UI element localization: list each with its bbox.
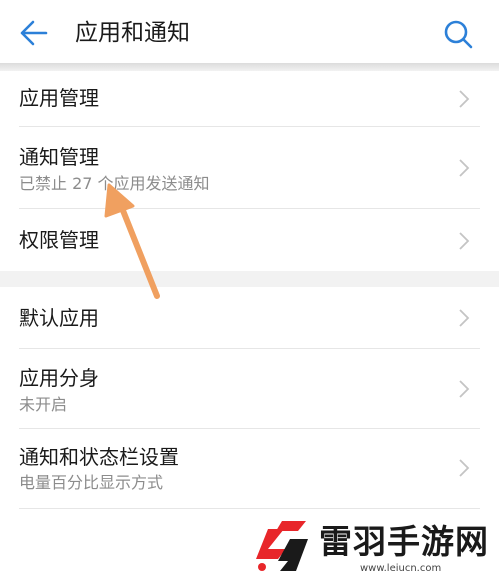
back-button[interactable] (14, 15, 54, 51)
item-title: 默认应用 (19, 306, 99, 330)
leiyu-logo-icon (256, 521, 308, 571)
chevron-right-icon (459, 232, 470, 250)
chevron-right-icon (459, 309, 470, 327)
item-title: 权限管理 (19, 228, 99, 252)
item-subtitle: 已禁止 27 个应用发送通知 (19, 174, 210, 193)
search-icon (444, 20, 473, 49)
watermark-url: www.leiucn.com (360, 563, 442, 574)
list-item-notification-statusbar-settings[interactable]: 通知和状态栏设置 电量百分比显示方式 (0, 429, 499, 509)
list-item-notification-management[interactable]: 通知管理 已禁止 27 个应用发送通知 (0, 127, 499, 209)
chevron-right-icon (459, 90, 470, 108)
watermark-name: 雷羽手游网 (319, 522, 489, 561)
app-bar: 应用和通知 (0, 0, 499, 66)
search-button[interactable] (440, 16, 476, 52)
settings-group-apps: 应用管理 通知管理 已禁止 27 个应用发送通知 权限管理 (0, 71, 499, 271)
list-item-default-apps[interactable]: 默认应用 (0, 287, 499, 349)
chevron-right-icon (459, 159, 470, 177)
arrow-left-icon (20, 20, 48, 46)
item-title: 通知和状态栏设置 (19, 445, 179, 469)
item-title: 应用分身 (19, 366, 99, 390)
item-subtitle: 未开启 (19, 395, 68, 414)
item-subtitle: 电量百分比显示方式 (19, 473, 164, 492)
item-title: 通知管理 (19, 145, 99, 169)
list-item-permission-management[interactable]: 权限管理 (0, 209, 499, 271)
header-shadow (0, 63, 499, 71)
divider (19, 508, 480, 509)
item-title: 应用管理 (19, 86, 99, 110)
list-item-app-twin[interactable]: 应用分身 未开启 (0, 349, 499, 429)
chevron-right-icon (459, 459, 470, 477)
page-title: 应用和通知 (75, 20, 190, 46)
chevron-right-icon (459, 380, 470, 398)
list-item-app-management[interactable]: 应用管理 (0, 71, 499, 127)
